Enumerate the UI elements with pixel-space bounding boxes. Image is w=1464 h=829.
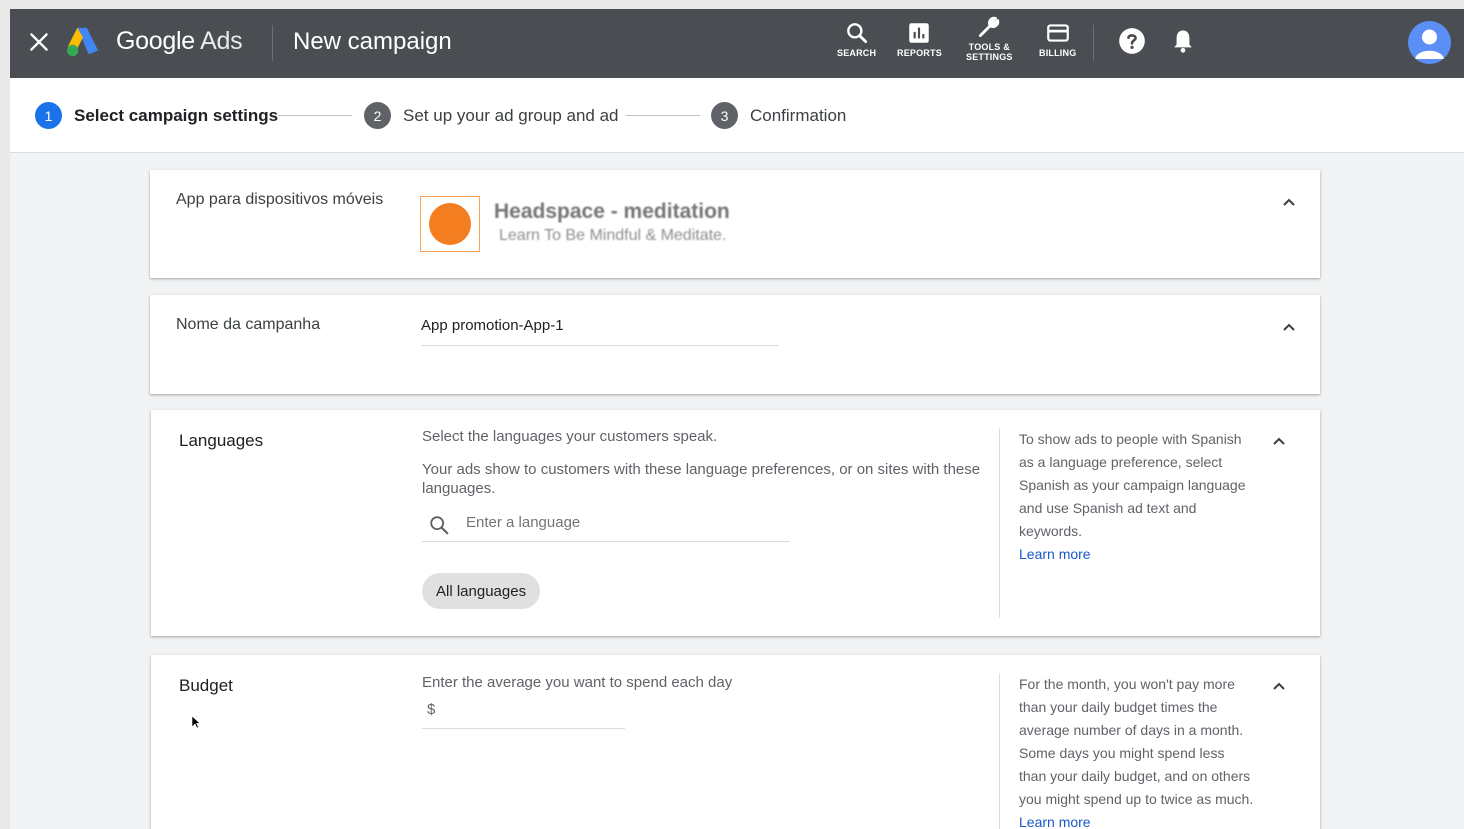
step-label: Confirmation bbox=[750, 105, 847, 125]
budget-learn-more-link[interactable]: Learn more bbox=[1019, 814, 1091, 829]
search-tool-button[interactable]: SEARCH bbox=[837, 20, 876, 58]
languages-card: Languages Select the languages your cust… bbox=[151, 410, 1320, 636]
close-icon[interactable] bbox=[26, 29, 52, 55]
notifications-bell-icon[interactable] bbox=[1169, 27, 1197, 55]
search-icon bbox=[430, 516, 449, 535]
languages-learn-more-link[interactable]: Learn more bbox=[1019, 546, 1091, 562]
mouse-cursor-icon bbox=[191, 715, 201, 729]
languages-help: To show ads to people with Spanish as a … bbox=[1019, 428, 1254, 566]
languages-help-text: To show ads to people with Spanish as a … bbox=[1019, 431, 1246, 539]
collapse-chevron-up-icon[interactable] bbox=[1279, 317, 1299, 337]
wrench-icon bbox=[979, 16, 1000, 38]
currency-symbol: $ bbox=[427, 701, 436, 718]
step-number: 1 bbox=[35, 102, 62, 129]
budget-help-text: For the month, you won't pay more than y… bbox=[1019, 676, 1254, 807]
step-confirmation[interactable]: 3 Confirmation bbox=[711, 102, 846, 129]
app-name: Headspace - meditation bbox=[494, 200, 730, 223]
budget-input-underline bbox=[422, 728, 625, 729]
budget-help: For the month, you won't pay more than y… bbox=[1019, 673, 1254, 829]
step-set-up-ad-group[interactable]: 2 Set up your ad group and ad bbox=[364, 102, 619, 129]
help-divider bbox=[999, 673, 1000, 829]
collapse-chevron-up-icon[interactable] bbox=[1269, 676, 1289, 696]
reports-icon bbox=[909, 23, 930, 43]
tools-settings-button[interactable]: TOOLS & SETTINGS bbox=[966, 14, 1013, 62]
step-connector bbox=[626, 115, 700, 116]
step-connector bbox=[278, 115, 352, 116]
step-number: 2 bbox=[364, 102, 391, 129]
mobile-app-label: App para dispositivos móveis bbox=[176, 191, 384, 208]
campaign-stepper: 1 Select campaign settings 2 Set up your… bbox=[10, 78, 1464, 153]
campaign-name-underline bbox=[421, 345, 779, 346]
reports-tool-label: REPORTS bbox=[897, 48, 942, 58]
budget-amount-input[interactable]: $ bbox=[427, 701, 625, 727]
language-search-field[interactable] bbox=[422, 512, 790, 544]
language-search-underline bbox=[422, 541, 790, 542]
search-tool-label: SEARCH bbox=[837, 48, 877, 58]
step-number: 3 bbox=[711, 102, 738, 129]
collapse-chevron-up-icon[interactable] bbox=[1279, 192, 1299, 212]
campaign-name-card: Nome da campanha App promotion-App-1 bbox=[150, 295, 1320, 394]
topbar-divider bbox=[272, 25, 273, 61]
language-search-input[interactable] bbox=[466, 514, 766, 531]
reports-tool-button[interactable]: REPORTS bbox=[897, 20, 942, 58]
billing-card-icon bbox=[1046, 24, 1069, 42]
brand-ads: Ads bbox=[200, 27, 243, 55]
languages-label: Languages bbox=[179, 431, 264, 450]
page-title: New campaign bbox=[293, 28, 452, 55]
google-ads-logo-icon bbox=[66, 27, 99, 57]
help-divider bbox=[999, 428, 1000, 618]
app-window: Google Ads New campaign SEARCH REPORTS T… bbox=[10, 9, 1464, 829]
step-label: Select campaign settings bbox=[74, 105, 279, 125]
campaign-name-label: Nome da campanha bbox=[176, 316, 321, 333]
languages-description: Your ads show to customers with these la… bbox=[422, 461, 981, 497]
app-thumbnail bbox=[420, 196, 480, 252]
brand-google: Google bbox=[116, 27, 195, 55]
campaign-name-input[interactable]: App promotion-App-1 bbox=[421, 317, 564, 334]
tools-label-line1: TOOLS & bbox=[968, 42, 1010, 52]
billing-tool-label: BILLING bbox=[1039, 48, 1077, 58]
tools-label-line2: SETTINGS bbox=[966, 52, 1013, 62]
headspace-logo-icon bbox=[429, 203, 471, 245]
brand-name: Google Ads bbox=[116, 27, 243, 56]
budget-card: Budget Enter the average you want to spe… bbox=[151, 655, 1320, 829]
billing-tool-button[interactable]: BILLING bbox=[1039, 20, 1076, 58]
account-avatar[interactable] bbox=[1408, 21, 1451, 64]
search-icon bbox=[846, 23, 867, 44]
collapse-chevron-up-icon[interactable] bbox=[1269, 431, 1289, 451]
person-icon bbox=[1415, 29, 1444, 59]
top-bar: Google Ads New campaign SEARCH REPORTS T… bbox=[10, 9, 1464, 78]
help-icon[interactable] bbox=[1118, 27, 1146, 55]
topbar-divider-right bbox=[1093, 25, 1094, 61]
step-label: Set up your ad group and ad bbox=[403, 105, 619, 125]
tools-settings-label: TOOLS & SETTINGS bbox=[966, 42, 1013, 62]
mobile-app-card: App para dispositivos móveis Headspace -… bbox=[150, 170, 1320, 278]
budget-intro: Enter the average you want to spend each… bbox=[422, 674, 733, 691]
budget-label: Budget bbox=[179, 676, 233, 695]
app-subtitle: Learn To Be Mindful & Meditate. bbox=[499, 227, 727, 244]
step-select-campaign-settings[interactable]: 1 Select campaign settings bbox=[35, 102, 278, 129]
all-languages-chip[interactable]: All languages bbox=[422, 573, 541, 609]
languages-intro: Select the languages your customers spea… bbox=[422, 428, 718, 445]
